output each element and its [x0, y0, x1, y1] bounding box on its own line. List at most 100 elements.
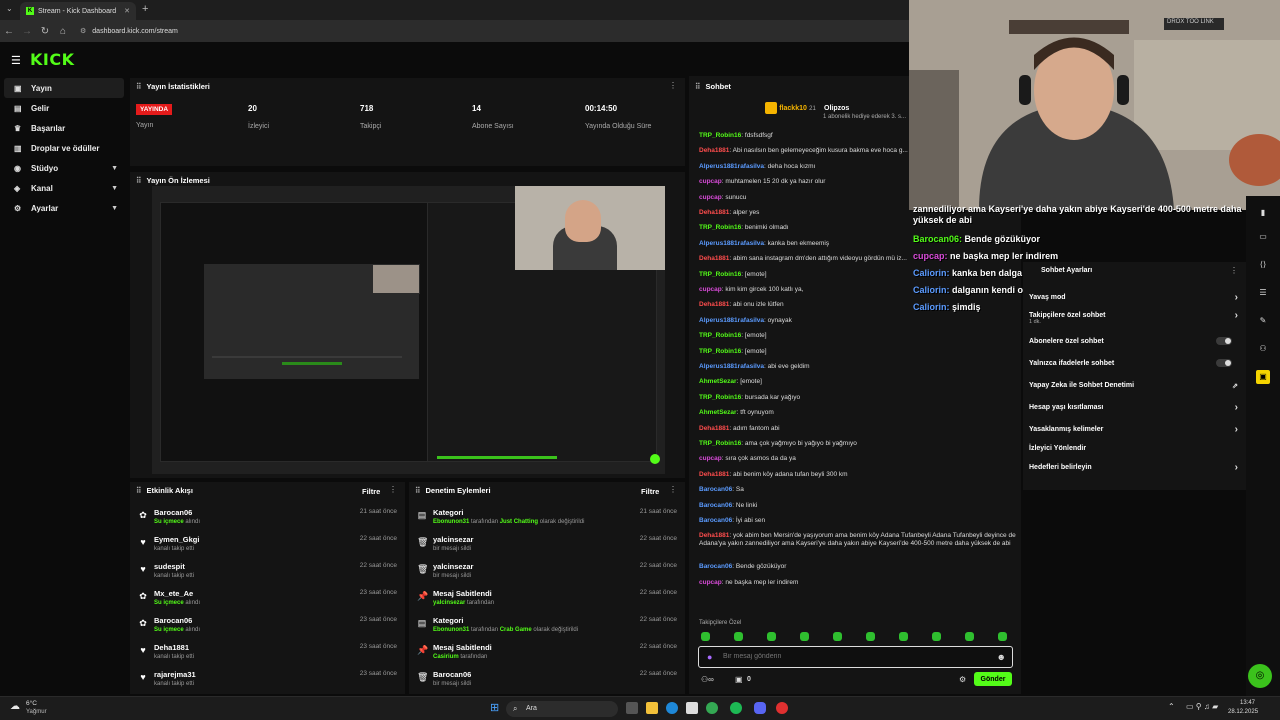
activity-row[interactable]: ✿ Barocan06 Su içmece alındı 21 saat önc… — [136, 506, 399, 532]
sidebar-item-gelir[interactable]: ▤ Gelir — [4, 98, 124, 118]
emotes-only-row[interactable]: Yalnızca ifadelerle sohbet — [1029, 359, 1238, 367]
chat-message[interactable]: cupcap: sıra çok asmos da da ya — [699, 455, 1017, 463]
chat-username[interactable]: Deha1881 — [699, 471, 729, 478]
chat-username[interactable]: Deha1881 — [699, 425, 729, 432]
tab-list-icon[interactable]: ⌄ — [6, 4, 13, 13]
close-tab-icon[interactable]: ✕ — [124, 7, 130, 15]
chat-message[interactable]: Alperus1881rafasilva: oynayak — [699, 317, 1017, 325]
chat-username[interactable]: cupcap — [699, 194, 722, 201]
chat-username[interactable]: TRP_Robin16 — [699, 271, 741, 278]
chat-username[interactable]: TRP_Robin16 — [699, 224, 741, 231]
kick-logo[interactable]: KICK — [30, 50, 75, 69]
emote-icon[interactable] — [701, 632, 710, 641]
ai-moderation-row[interactable]: Yapay Zeka ile Sohbet Denetimi ⇗ — [1029, 382, 1238, 390]
emote-icon[interactable] — [998, 632, 1007, 641]
preview-chat-bubble-icon[interactable] — [650, 454, 660, 464]
home-icon[interactable]: ⌂ — [54, 26, 72, 37]
chat-bubble-icon[interactable]: ▭ — [1256, 230, 1270, 244]
users-icon[interactable]: ⚇ — [1256, 342, 1270, 356]
discord-icon[interactable] — [754, 702, 766, 714]
browser-tab[interactable]: K Stream - Kick Dashboard ✕ — [20, 2, 136, 20]
moderation-row[interactable]: ▤ Kategori Ebonunon31 tarafından Just Ch… — [415, 506, 679, 532]
activity-row[interactable]: ♥ Eymen_Gkgi kanalı takip etti 22 saat ö… — [136, 533, 399, 559]
spotify-icon[interactable] — [730, 702, 742, 714]
chat-username[interactable]: Deha1881 — [699, 209, 729, 216]
chat-username[interactable]: AhmetSezar — [699, 378, 737, 385]
activity-row[interactable]: ♥ sudespit kanalı takip etti 22 saat önc… — [136, 560, 399, 586]
drag-handle-icon[interactable]: ⠿ — [695, 82, 701, 91]
chat-message[interactable]: TRP_Robin16: bursada kar yağıyo — [699, 394, 1017, 402]
chat-settings-icon[interactable]: ⚙ — [959, 675, 966, 684]
redirect-viewers-row[interactable]: İzleyici Yönlendir — [1029, 445, 1238, 452]
chat-message[interactable]: Barocan06: Ne linki — [699, 502, 1017, 510]
chat-message[interactable]: Alperus1881rafasilva: abi eve geldim — [699, 363, 1017, 371]
moderation-row[interactable]: 📌 Mesaj Sabitlendi yalcinsezar tarafında… — [415, 587, 679, 613]
file-explorer-icon[interactable] — [646, 702, 658, 714]
chat-username[interactable]: Alperus1881rafasilva — [699, 163, 764, 170]
chat-username[interactable]: TRP_Robin16 — [699, 440, 741, 447]
chat-username[interactable]: TRP_Robin16 — [699, 132, 741, 139]
chat-username[interactable]: cupcap — [699, 455, 722, 462]
chat-message[interactable]: Barocan06: İyi abi sen — [699, 517, 1017, 525]
more-options-icon[interactable]: ⋮ — [669, 485, 677, 494]
chat-input[interactable] — [723, 653, 973, 660]
subs-only-toggle[interactable] — [1216, 337, 1232, 345]
stream-preview-video[interactable] — [152, 186, 665, 474]
url-field[interactable]: dashboard.kick.com/stream — [92, 28, 178, 35]
moderation-filter-button[interactable]: Filtre — [641, 487, 659, 496]
chat-username[interactable]: Deha1881 — [699, 301, 729, 308]
taskbar-search[interactable]: ⌕ Ara — [506, 701, 618, 717]
tray-chevron-icon[interactable]: ⌃ — [1168, 702, 1175, 711]
emoji-icon[interactable]: ☻ — [997, 652, 1006, 662]
chat-message[interactable]: AhmetSezar: tft oynuyom — [699, 409, 1017, 417]
chat-message[interactable]: Deha1881: adım fantom abi — [699, 425, 1017, 433]
moderation-row[interactable]: 📌 Mesaj Sabitlendi Casirium tarafından 2… — [415, 641, 679, 667]
more-options-icon[interactable]: ⋮ — [389, 485, 397, 494]
more-options-icon[interactable]: ⋮ — [1230, 266, 1238, 275]
activity-filter-button[interactable]: Filtre — [362, 487, 380, 496]
chat-username[interactable]: Deha1881 — [699, 532, 729, 539]
windows-start-icon[interactable]: ⊞ — [490, 701, 499, 714]
chat-username[interactable]: cupcap — [699, 579, 722, 586]
chat-message[interactable]: TRP_Robin16: ama çok yağmıyo bi yağıyo b… — [699, 440, 1017, 448]
activity-row[interactable]: ✿ Mx_ete_Ae Su içmece alındı 23 saat önc… — [136, 587, 399, 613]
chat-username[interactable]: TRP_Robin16 — [699, 348, 741, 355]
chat-username[interactable]: Alperus1881rafasilva — [699, 363, 764, 370]
activity-row[interactable]: ♥ Deha1881 kanalı takip etti 23 saat önc… — [136, 641, 399, 667]
banned-words-row[interactable]: Yasaklanmış kelimeler › — [1029, 424, 1238, 435]
gift-counter-icon[interactable]: ▣ — [735, 675, 743, 684]
chat-message[interactable]: Deha1881: yok abim ben Mersin'de yaşıyor… — [699, 532, 1017, 548]
activity-row[interactable]: ♥ rajarejma31 kanalı takip etti 23 saat … — [136, 668, 399, 694]
chat-username[interactable]: cupcap — [699, 286, 722, 293]
chat-message[interactable]: Barocan06: Sa — [699, 486, 1017, 494]
chat-message[interactable]: Barocan06: Bende gözüküyor — [699, 563, 1017, 571]
emote-icon[interactable] — [833, 632, 842, 641]
task-view-icon[interactable] — [626, 702, 638, 714]
server-icon[interactable]: ☰ — [1256, 286, 1270, 300]
sidebar-item-droplar[interactable]: ▥ Droplar ve ödüller — [4, 138, 124, 158]
edge-icon[interactable] — [666, 702, 678, 714]
moderation-row[interactable]: ▤ Kategori Ebonunon31 tarafından Crab Ga… — [415, 614, 679, 640]
moderation-row[interactable]: 🗑 yalcinsezar bir mesajı sildi 22 saat ö… — [415, 560, 679, 586]
subs-only-row[interactable]: Abonelere özel sohbet — [1029, 337, 1238, 345]
tray-icons[interactable]: ▭ ⚲ ♫ ▰ — [1186, 702, 1218, 711]
chat-fab-icon[interactable]: ◎ — [1248, 664, 1272, 688]
chat-username[interactable]: AhmetSezar — [699, 409, 737, 416]
chat-message[interactable]: AhmetSezar: [emote] — [699, 378, 1017, 386]
followers-only-row[interactable]: Takipçilere özel sohbet 1 dk. › — [1029, 310, 1238, 325]
back-icon[interactable]: ← — [0, 26, 18, 37]
emote-picker-icon[interactable]: ● — [707, 652, 712, 662]
account-age-row[interactable]: Hesap yaşı kısıtlaması › — [1029, 402, 1238, 413]
chat-username[interactable]: Barocan06 — [699, 502, 732, 509]
emote-icon[interactable] — [932, 632, 941, 641]
moderation-row[interactable]: 🗑 yalcinsezar bir mesajı sildi 22 saat ö… — [415, 533, 679, 559]
sidebar-item-kanal[interactable]: ◈ Kanal ▼ — [4, 178, 124, 198]
chat-username[interactable]: Deha1881 — [699, 255, 729, 262]
activity-row[interactable]: ✿ Barocan06 Su içmece alındı 23 saat önc… — [136, 614, 399, 640]
drag-handle-icon[interactable]: ⠿ — [136, 176, 142, 185]
emote-icon[interactable] — [899, 632, 908, 641]
emote-icon[interactable] — [734, 632, 743, 641]
emote-icon[interactable] — [965, 632, 974, 641]
drag-handle-icon[interactable]: ⠿ — [136, 82, 142, 91]
forward-icon[interactable]: → — [18, 26, 36, 37]
